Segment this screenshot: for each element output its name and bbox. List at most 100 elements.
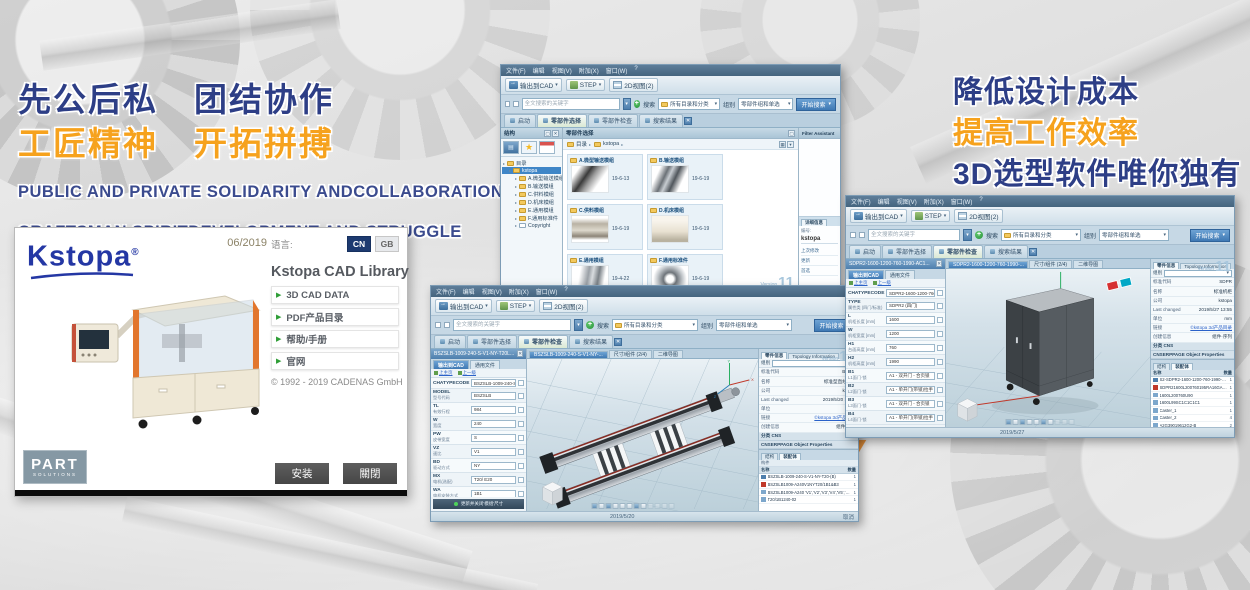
catalog-db-icon[interactable]: ▤ xyxy=(503,141,519,154)
expand-arrow-icon[interactable]: ▸ xyxy=(515,216,517,221)
expand-arrow-icon[interactable]: ▸ xyxy=(515,208,517,213)
details-row[interactable]: 更新 xyxy=(801,256,838,266)
assembly-item[interactable]: T20/1B1240-021 xyxy=(759,496,858,504)
tree-item[interactable]: ▸ A.微型输送模组 xyxy=(502,174,561,182)
export-cad-button[interactable]: 输出到CAD▾ xyxy=(505,78,562,92)
parameter-panel-tab[interactable]: 通用文件 xyxy=(470,360,500,369)
viewport-tool-icon[interactable] xyxy=(641,503,647,509)
main-tab[interactable]: 零部件选择 xyxy=(467,335,517,348)
parameter-checkbox[interactable] xyxy=(937,290,943,296)
preview-2d-button[interactable]: 2D视图(2) xyxy=(539,299,587,313)
main-tab[interactable]: 启动 xyxy=(434,335,466,348)
menu-item[interactable]: 附加(X) xyxy=(579,66,599,75)
step-format-button[interactable]: STEP▾ xyxy=(496,300,536,312)
assembly-tab[interactable]: 装配体 xyxy=(1171,363,1193,370)
parameter-row[interactable]: W宽度 240 xyxy=(431,417,526,431)
tab-close-icon[interactable]: ✕ xyxy=(684,117,692,125)
view-sort-icon[interactable]: ▾ xyxy=(787,141,794,148)
main-tab[interactable]: 启动 xyxy=(504,114,536,127)
menu-item[interactable]: 文件(F) xyxy=(436,287,456,296)
parameter-checkbox[interactable] xyxy=(937,317,943,323)
menu-item[interactable]: 文件(F) xyxy=(506,66,526,75)
parameter-row[interactable]: B3L3面门·锁 A1 - 双开门 - 合页锁 xyxy=(846,397,945,411)
assembly-filter[interactable]: 构件 xyxy=(759,460,858,467)
parameter-checkbox[interactable] xyxy=(937,345,943,351)
parameter-row[interactable]: WA电机安装方式 1B1 xyxy=(431,487,526,497)
parameter-row[interactable]: VZ速比 V1 xyxy=(431,445,526,459)
group-combo[interactable]: 零部件组和单选▾ xyxy=(1099,229,1169,241)
navigation-link[interactable]: 上主页 xyxy=(849,280,868,286)
parameter-checkbox[interactable] xyxy=(937,415,943,421)
tab-close-icon[interactable]: ✕ xyxy=(614,338,622,346)
category-card[interactable]: B.输送模组 19-6-19 xyxy=(647,154,723,200)
status-action[interactable]: 取消 xyxy=(843,513,854,521)
parameter-checkbox[interactable] xyxy=(937,331,943,337)
dialog-menu-item[interactable]: ▶ 3D CAD DATA xyxy=(271,286,399,304)
search-scope-combo[interactable]: 所有目录和分类▾ xyxy=(1001,229,1081,241)
close-button[interactable]: 關閉 xyxy=(343,463,397,484)
assembly-item[interactable]: S2-SDPR2-1600-1200-760-1990-A16GA16G...1 xyxy=(1151,377,1234,385)
menu-item[interactable]: ? xyxy=(634,66,637,75)
search-dropdown-button[interactable]: ▾ xyxy=(963,229,972,241)
parameter-checkbox[interactable] xyxy=(518,477,524,483)
document-tab[interactable]: 尺寸/组件 (2/4) xyxy=(609,350,652,358)
assembly-item[interactable]: BSZSLB1009-A240V1NYT20/1B1&B31 xyxy=(759,481,858,489)
expand-arrow-icon[interactable]: ▸ xyxy=(515,200,517,205)
expand-arrow-icon[interactable]: ▸ xyxy=(515,192,517,197)
parameter-row[interactable]: MODEL型号代码 BSZSLB xyxy=(431,389,526,403)
category-card[interactable]: C.供料模组 19-6-19 xyxy=(567,204,643,250)
viewport-tool-icon[interactable] xyxy=(613,503,619,509)
assembly-item[interactable]: 1600L200760U901 xyxy=(1151,392,1234,400)
category-card[interactable]: D.机床模组 19-6-19 xyxy=(647,204,723,250)
main-tab[interactable]: 零部件检查 xyxy=(588,114,638,127)
expand-arrow-icon[interactable]: ▸ xyxy=(503,161,505,166)
parameter-row[interactable]: B4L4面门·锁 A1 - 单开门(带锁)拉手 xyxy=(846,411,945,425)
add-search-icon[interactable]: + xyxy=(975,231,983,239)
language-cn-button[interactable]: CN xyxy=(347,236,371,252)
main-tab[interactable]: 零部件检查 xyxy=(518,335,568,348)
dialog-menu-item[interactable]: ▶ 帮助/手册 xyxy=(271,330,399,348)
parameter-panel-tab[interactable]: 输出到CAD xyxy=(433,360,469,369)
panel-maximize-icon[interactable]: ▢ xyxy=(788,130,795,137)
parameter-checkbox[interactable] xyxy=(518,435,524,441)
tab-close-icon[interactable]: ✕ xyxy=(1029,248,1037,256)
assembly-item[interactable]: SDPR21600L200760195RA16GA16GA16GA16G41 xyxy=(1151,384,1234,392)
assembly-item[interactable]: BSZSLB1009-A240 'V1','V2','V3','V4','V5'… xyxy=(759,489,858,497)
expand-arrow-icon[interactable]: ▸ xyxy=(515,176,517,181)
details-row[interactable]: 上次修改 xyxy=(801,246,838,256)
menu-item[interactable]: 视图(V) xyxy=(897,197,917,206)
menu-item[interactable]: 视图(V) xyxy=(482,287,502,296)
breadcrumb-item[interactable]: kstopa xyxy=(594,140,623,148)
add-search-icon[interactable]: + xyxy=(634,100,641,108)
install-button[interactable]: 安装 xyxy=(275,463,329,484)
main-tab[interactable]: 搜索结果 xyxy=(569,335,613,348)
dialog-menu-item[interactable]: ▶ 官网 xyxy=(271,352,399,370)
menu-item[interactable]: 文件(F) xyxy=(851,197,871,206)
group-combo[interactable]: ▾ xyxy=(1164,270,1232,277)
details-row[interactable]: 首选 xyxy=(801,266,838,276)
main-tab[interactable]: 零部件选择 xyxy=(882,245,932,258)
expand-arrow-icon[interactable]: ▸ xyxy=(515,223,517,228)
document-tab[interactable]: 二维导图 xyxy=(653,350,683,358)
search-option-checkbox[interactable] xyxy=(444,322,450,328)
main-tab[interactable]: 零部件检查 xyxy=(933,245,983,258)
menu-item[interactable]: 编辑 xyxy=(533,66,545,75)
export-cad-button[interactable]: 输出到CAD▾ xyxy=(850,209,907,223)
menu-item[interactable]: 窗口(W) xyxy=(536,287,558,296)
viewport-tool-icon[interactable] xyxy=(1033,419,1039,425)
viewport-tool-icon[interactable] xyxy=(1026,419,1032,425)
search-input[interactable] xyxy=(868,229,960,241)
viewport-tool-icon[interactable] xyxy=(634,503,640,509)
start-search-button[interactable]: 开始搜索▾ xyxy=(1190,229,1230,242)
parameter-row[interactable]: H1台面高度 [mm] 760 xyxy=(846,341,945,355)
tree-item[interactable]: ▸ D.机床模组 xyxy=(502,198,561,206)
parameter-checkbox[interactable] xyxy=(518,407,524,413)
assembly-item[interactable]: BSZSLB-1009-240-S-V1-NY-T20-(B)1 xyxy=(759,474,858,482)
tree-item[interactable]: ▸ F.通用标准件 xyxy=(502,214,561,222)
favorites-star-icon[interactable]: ★ xyxy=(521,141,537,154)
navigation-link[interactable]: 上一级 xyxy=(873,280,892,286)
viewport-tool-icon[interactable] xyxy=(1019,419,1025,425)
viewport-3d[interactable]: XYZ xyxy=(527,359,758,511)
document-tab[interactable]: 尺寸/组件 (2/4) xyxy=(1029,260,1072,268)
main-tab[interactable]: 搜索结果 xyxy=(984,245,1028,258)
